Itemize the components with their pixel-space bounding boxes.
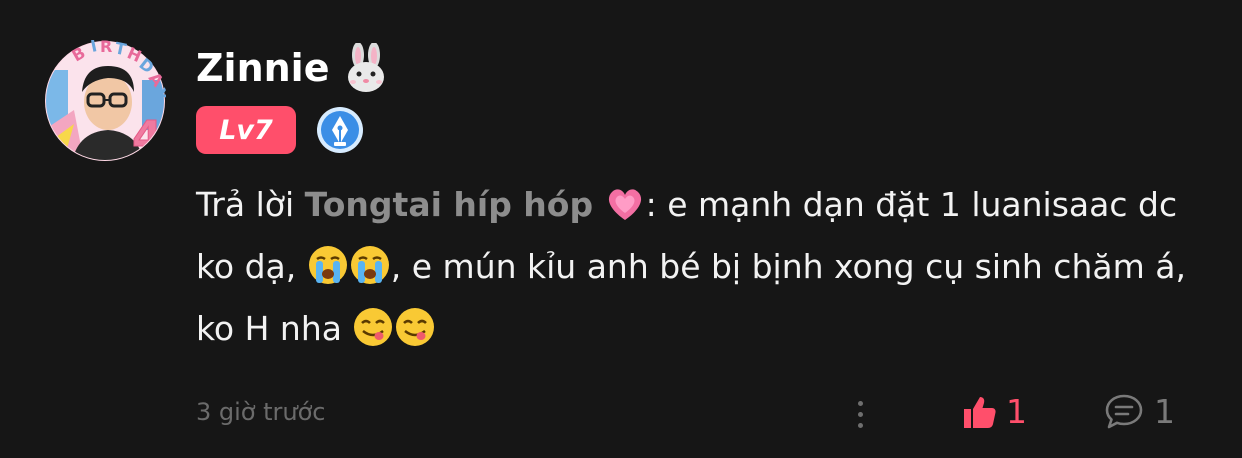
more-options-button[interactable] — [846, 394, 874, 434]
reply-mention[interactable]: Tongtai híp hóp — [305, 185, 593, 224]
loudly-crying-face-icon — [308, 246, 347, 284]
comment-bubble-icon — [1105, 394, 1143, 429]
svg-text:4: 4 — [132, 112, 163, 162]
rabbit-face-icon — [348, 43, 385, 92]
user-badges: Lv7 — [196, 106, 364, 154]
avatar[interactable]: 4 B I R T H D A Y — [44, 40, 166, 162]
reply-button[interactable]: 1 — [1104, 390, 1175, 434]
fountain-pen-icon[interactable] — [316, 106, 364, 154]
username-text: Zinnie — [196, 46, 330, 90]
comment-count: 1 — [1154, 392, 1175, 431]
reply-prefix: Trả lời — [196, 185, 295, 224]
yum-face-icon — [396, 308, 435, 346]
like-button[interactable]: 1 — [960, 390, 1027, 434]
loudly-crying-face-icon — [350, 246, 389, 284]
dot-icon — [857, 400, 863, 406]
growing-heart-icon — [608, 189, 641, 220]
like-count: 1 — [1006, 392, 1027, 431]
level-badge[interactable]: Lv7 — [196, 106, 296, 154]
comment-text: Trả lời Tongtai híp hóp : e mạnh dạn đặt… — [196, 174, 1196, 360]
dot-icon — [857, 422, 863, 428]
timestamp: 3 giờ trước — [196, 398, 326, 426]
yum-face-icon — [354, 308, 393, 346]
dot-icon — [857, 411, 863, 417]
svg-text:R: R — [100, 40, 112, 56]
thumbs-up-icon — [964, 397, 996, 428]
username[interactable]: Zinnie — [196, 42, 391, 94]
